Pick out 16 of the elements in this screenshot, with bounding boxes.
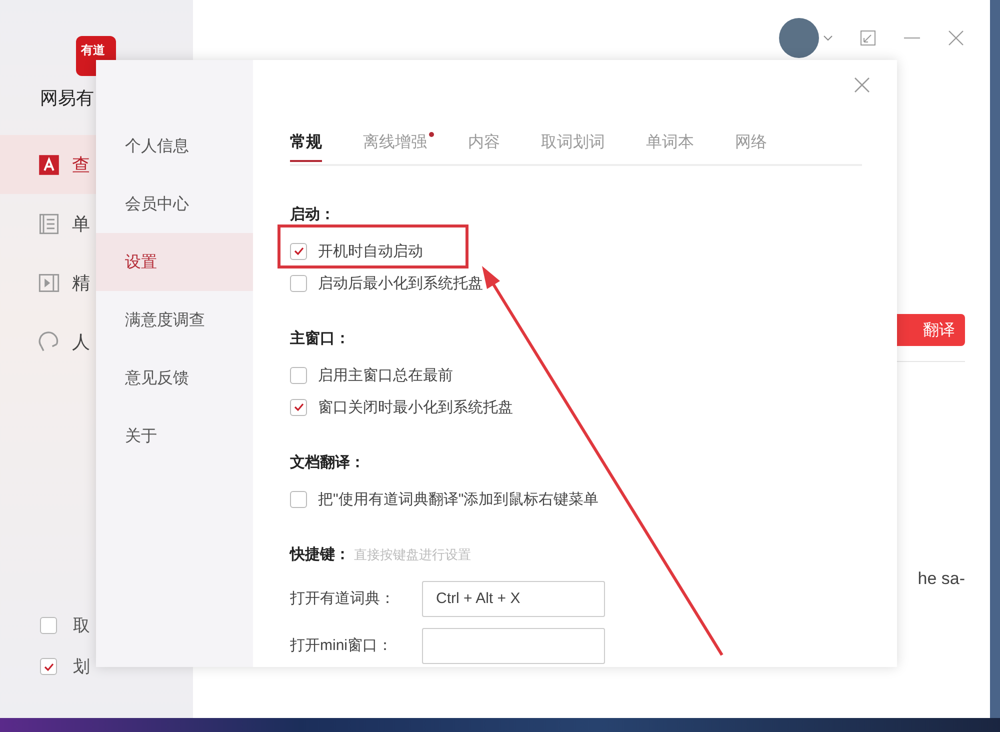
- checkbox-label: 窗口关闭时最小化到系统托盘: [318, 398, 513, 416]
- option-label: 划: [73, 656, 90, 678]
- section-hint: 直接按键盘进行设置: [354, 546, 471, 564]
- checkbox-label: 启用主窗口总在最前: [318, 366, 453, 384]
- section-title: 主窗口：: [290, 329, 350, 348]
- section-title: 快捷键：: [290, 545, 350, 564]
- checkbox-label: 开机时自动启动: [318, 242, 423, 260]
- shortcut-label: 打开mini窗口：: [290, 636, 394, 655]
- app-name: 网易有: [40, 87, 95, 110]
- option-label: 取: [73, 615, 90, 637]
- body-text: he sa-: [918, 569, 965, 589]
- section-title: 文档翻译：: [290, 453, 365, 472]
- section-title: 启动：: [290, 205, 335, 224]
- checkbox-label: 把"使用有道词典翻译"添加到鼠标右键菜单: [318, 490, 599, 508]
- shortcut-label: 打开有道词典：: [290, 589, 396, 608]
- checkbox-label: 启动后最小化到系统托盘: [318, 274, 483, 292]
